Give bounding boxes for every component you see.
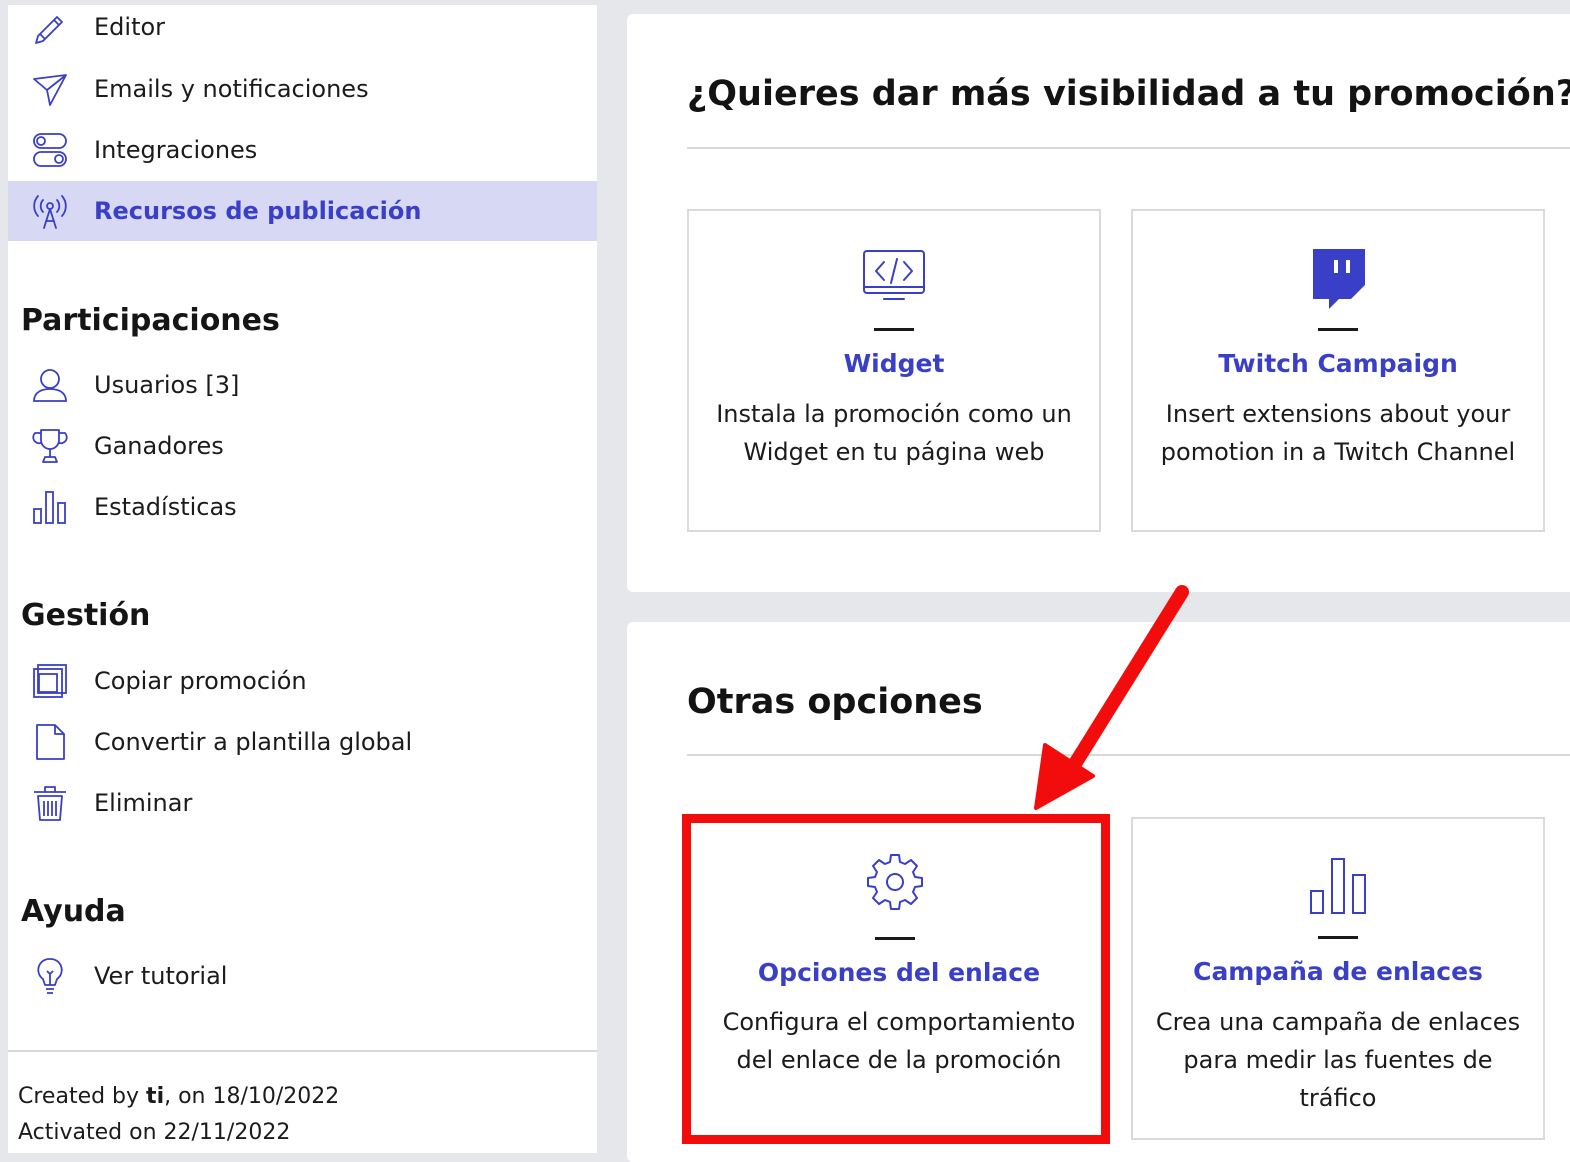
section-title-gestion: Gestión — [21, 598, 151, 633]
lightbulb-icon — [37, 958, 63, 994]
sidebar-item-label: Convertir a plantilla global — [94, 728, 413, 756]
sidebar-item-copiar-promocion[interactable]: Copiar promoción — [8, 651, 597, 711]
gear-icon — [867, 854, 923, 910]
created-by-user: ti — [146, 1084, 165, 1109]
sidebar-item-ver-tutorial[interactable]: Ver tutorial — [8, 946, 597, 1006]
pencil-icon — [35, 16, 63, 44]
sidebar-item-recursos-publicacion[interactable]: Recursos de publicación — [8, 181, 597, 241]
sidebar-item-label: Estadísticas — [94, 493, 237, 521]
link-campaign-card-description: Crea una campaña de enlaces para medir l… — [1155, 1008, 1521, 1112]
link-campaign-card-title: Campaña de enlaces — [1193, 957, 1483, 986]
paper-plane-icon — [33, 74, 67, 106]
sidebar-divider — [8, 1050, 597, 1052]
sidebar-item-label: Integraciones — [94, 136, 258, 164]
twitch-campaign-card[interactable]: Twitch Campaign Insert extensions about … — [1131, 209, 1545, 532]
sidebar: Editor Emails y notificaciones Integraci… — [8, 5, 597, 1153]
sidebar-item-editor[interactable]: Editor — [8, 0, 597, 57]
widget-card[interactable]: Widget Instala la promoción como un Widg… — [687, 209, 1101, 532]
sidebar-item-convertir-plantilla[interactable]: Convertir a plantilla global — [8, 712, 597, 772]
panel-divider — [687, 754, 1570, 756]
bar-chart-icon — [1310, 858, 1366, 914]
broadcast-antenna-icon — [33, 195, 67, 229]
sidebar-item-integraciones[interactable]: Integraciones — [8, 120, 597, 180]
widget-card-description: Instala la promoción como un Widget en t… — [716, 400, 1072, 466]
toggles-icon — [33, 133, 67, 167]
created-by-info: Created by ti, on 18/10/2022 — [18, 1084, 340, 1109]
link-options-card-title: Opciones del enlace — [757, 958, 1041, 987]
visibility-panel: ¿Quieres dar más visibilidad a tu promoc… — [627, 14, 1570, 592]
bar-chart-icon — [33, 491, 66, 524]
sidebar-item-label: Recursos de publicación — [94, 197, 422, 225]
document-icon — [36, 724, 65, 760]
card-divider — [1318, 328, 1358, 331]
sidebar-item-label: Ganadores — [94, 432, 224, 460]
twitch-campaign-card-description: Insert extensions about your pomotion in… — [1160, 400, 1516, 466]
card-divider — [1318, 936, 1358, 939]
twitch-campaign-card-title: Twitch Campaign — [1218, 349, 1458, 378]
sidebar-item-label: Ver tutorial — [94, 962, 228, 990]
twitch-icon — [1313, 249, 1365, 309]
widget-card-title: Widget — [843, 349, 945, 378]
visibility-panel-title: ¿Quieres dar más visibilidad a tu promoc… — [687, 74, 1570, 114]
code-monitor-icon — [863, 250, 925, 300]
other-options-panel: Otras opciones Opciones del enlace Confi… — [627, 622, 1570, 1162]
section-title-participaciones: Participaciones — [21, 303, 280, 338]
card-divider — [875, 937, 915, 940]
sidebar-item-label: Usuarios [3] — [94, 371, 240, 399]
sidebar-item-usuarios[interactable]: Usuarios [3] — [8, 355, 597, 415]
link-options-card-description: Configura el comportamiento del enlace d… — [722, 1008, 1076, 1074]
activated-info: Activated on 22/11/2022 — [18, 1120, 291, 1145]
link-campaign-card[interactable]: Campaña de enlaces Crea una campaña de e… — [1131, 817, 1545, 1140]
sidebar-item-emails[interactable]: Emails y notificaciones — [8, 59, 597, 119]
panel-divider — [687, 147, 1570, 149]
link-options-card[interactable]: Opciones del enlace Configura el comport… — [695, 823, 1103, 1131]
copy-icon — [33, 664, 67, 698]
sidebar-item-estadisticas[interactable]: Estadísticas — [8, 477, 597, 537]
user-icon — [33, 369, 67, 402]
sidebar-item-label: Editor — [94, 13, 166, 41]
sidebar-item-label: Eliminar — [94, 789, 193, 817]
sidebar-item-label: Copiar promoción — [94, 667, 307, 695]
section-title-ayuda: Ayuda — [21, 894, 126, 929]
other-options-panel-title: Otras opciones — [687, 682, 983, 722]
trophy-icon — [32, 429, 68, 463]
card-divider — [874, 328, 914, 331]
sidebar-item-eliminar[interactable]: Eliminar — [8, 773, 597, 833]
trash-icon — [34, 786, 66, 821]
sidebar-item-ganadores[interactable]: Ganadores — [8, 416, 597, 476]
sidebar-item-label: Emails y notificaciones — [94, 75, 369, 103]
